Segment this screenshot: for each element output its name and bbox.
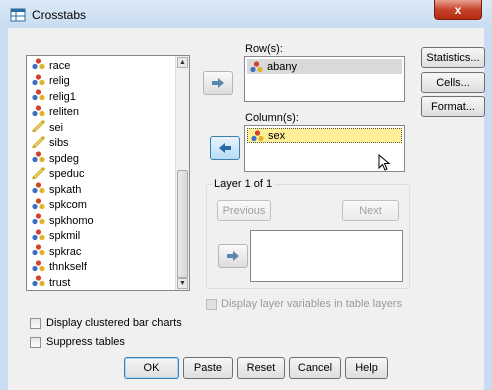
cells-button[interactable]: Cells... [421, 72, 485, 93]
window-title: Crosstabs [32, 8, 87, 22]
cancel-label: Cancel [297, 362, 333, 374]
display-layer-label: Display layer variables in table layers [221, 298, 402, 310]
variable-name: trust [49, 276, 71, 289]
layer-title: Layer 1 of 1 [212, 178, 275, 190]
columns-selected-item[interactable]: sex [247, 128, 402, 143]
rows-selected-item[interactable]: abany [247, 59, 402, 74]
variable-name: reliten [49, 106, 79, 118]
rows-label: Row(s): [245, 43, 283, 55]
clustered-bar-checkbox[interactable] [30, 318, 41, 329]
paste-label: Paste [193, 362, 223, 374]
nominal-icon [32, 104, 45, 120]
arrow-right-icon [212, 78, 224, 88]
ok-label: OK [143, 362, 160, 374]
next-label: Next [359, 204, 382, 217]
nominal-icon [32, 259, 45, 275]
variable-list-item[interactable]: spdeg [32, 151, 79, 166]
variable-list-item[interactable]: relig [32, 73, 70, 89]
variable-list-item[interactable]: spkmil [32, 228, 81, 244]
columns-label: Column(s): [245, 112, 299, 124]
help-button[interactable]: Help [345, 357, 388, 379]
columns-value: sex [268, 129, 286, 142]
variable-name: relig [49, 75, 70, 87]
display-layer-checkbox[interactable] [206, 299, 217, 310]
crosstabs-app-icon [10, 8, 26, 22]
nominal-icon [251, 129, 264, 141]
variable-list-item[interactable]: thnkself [32, 259, 87, 275]
scale-icon [32, 120, 45, 135]
help-label: Help [355, 362, 378, 374]
variable-name: relig1 [49, 90, 76, 103]
scale-icon [32, 166, 45, 182]
layer-field[interactable] [250, 230, 403, 282]
nominal-icon [32, 197, 45, 213]
format-button[interactable]: Format... [421, 96, 485, 117]
next-layer-button[interactable]: Next [342, 200, 399, 221]
variable-name: sibs [49, 137, 69, 149]
nominal-icon [32, 182, 45, 197]
nominal-icon [32, 73, 45, 89]
close-button[interactable]: x [434, 0, 482, 20]
variable-list-item[interactable]: spkhomo [32, 213, 94, 228]
variable-list-item[interactable]: spkath [32, 182, 81, 197]
reset-button[interactable]: Reset [237, 357, 285, 379]
close-icon: x [454, 2, 462, 17]
suppress-tables-checkbox[interactable] [30, 337, 41, 348]
paste-button[interactable]: Paste [183, 357, 233, 379]
format-label: Format... [430, 100, 475, 113]
source-variable-list[interactable]: race relig relig1 reliten sei sibs spdeg speduc… [26, 55, 190, 291]
move-to-columns-button[interactable] [210, 136, 240, 160]
cells-label: Cells... [436, 76, 470, 89]
variable-name: spkhomo [49, 214, 94, 227]
variable-name: speduc [49, 168, 85, 180]
variable-list-item[interactable]: trust [32, 275, 70, 290]
variable-name: spdeg [49, 152, 79, 165]
reset-label: Reset [246, 362, 276, 374]
variable-name: sei [49, 121, 64, 134]
scroll-up-icon[interactable]: ▲ [177, 57, 188, 68]
nominal-icon [32, 244, 45, 259]
nominal-icon [32, 58, 45, 73]
variable-list-item[interactable]: spkcom [32, 197, 87, 213]
nominal-icon [32, 228, 45, 244]
suppress-tables-label: Suppress tables [46, 336, 125, 348]
variable-list-item[interactable]: spkrac [32, 244, 81, 259]
variable-name: spkcom [49, 199, 87, 211]
nominal-icon [250, 60, 263, 72]
variable-name: spkmil [49, 230, 81, 242]
variable-name: spkath [49, 183, 82, 196]
clustered-bar-label: Display clustered bar charts [46, 317, 182, 329]
move-to-rows-button[interactable] [203, 71, 233, 95]
statistics-button[interactable]: Statistics... [421, 47, 485, 68]
variable-list-scrollbar[interactable]: ▲ ▼ [175, 56, 189, 290]
previous-layer-button[interactable]: Previous [217, 200, 271, 221]
rows-field[interactable]: abany [244, 56, 405, 102]
variable-list-item[interactable]: sibs [32, 135, 69, 151]
scrollbar-thumb[interactable] [177, 170, 188, 278]
nominal-icon [32, 89, 45, 104]
variable-list-item[interactable]: relig1 [32, 89, 76, 104]
variable-name: spkrac [49, 245, 82, 258]
variable-name: race [49, 59, 71, 72]
scroll-down-icon[interactable]: ▼ [177, 278, 188, 289]
nominal-icon [32, 151, 45, 166]
arrow-left-icon [219, 143, 231, 153]
rows-value: abany [267, 60, 297, 73]
nominal-icon [32, 213, 45, 228]
scale-icon [32, 135, 45, 151]
variable-list-item[interactable]: race [32, 58, 70, 73]
arrow-right-icon [227, 251, 239, 261]
nominal-icon [32, 275, 45, 290]
variable-name: thnkself [49, 261, 87, 273]
mouse-cursor-icon [378, 154, 391, 171]
variable-list-item[interactable]: speduc [32, 166, 85, 182]
move-to-layer-button[interactable] [218, 244, 248, 268]
previous-label: Previous [222, 204, 266, 217]
variable-list-item[interactable]: sei [32, 120, 63, 135]
variable-list-item[interactable]: reliten [32, 104, 79, 120]
cancel-button[interactable]: Cancel [289, 357, 341, 379]
ok-button[interactable]: OK [124, 357, 179, 379]
statistics-label: Statistics... [426, 51, 480, 64]
